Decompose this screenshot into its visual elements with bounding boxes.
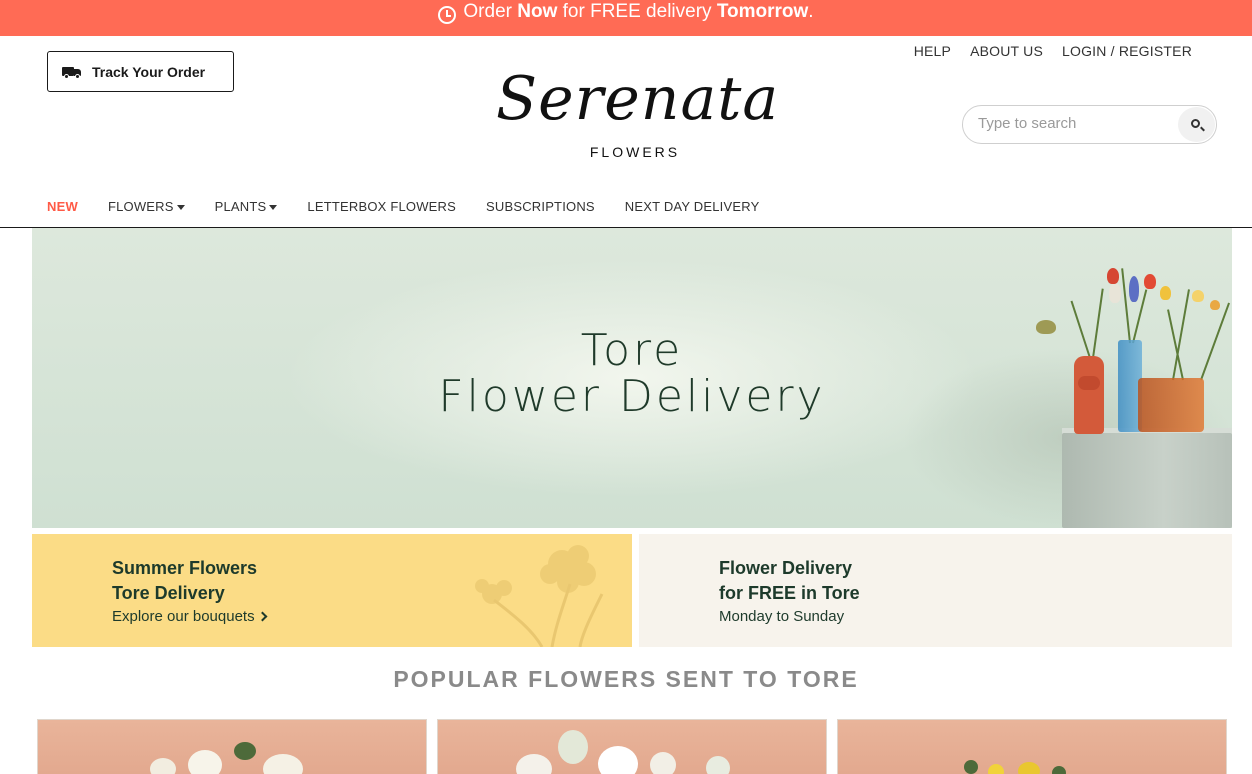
nav-item-plants[interactable]: PLANTS: [215, 199, 278, 214]
summer-flowers-tile[interactable]: Summer Flowers Tore Delivery Explore our…: [32, 534, 632, 647]
product-card[interactable]: [37, 719, 427, 774]
nav-item-next-day-delivery[interactable]: NEXT DAY DELIVERY: [625, 199, 760, 214]
about-us-link[interactable]: ABOUT US: [970, 43, 1043, 59]
promo-banner: Order Now for FREE delivery Tomorrow.: [0, 0, 1252, 36]
search-icon: [1191, 119, 1200, 128]
hero-banner[interactable]: Tore Flower Delivery: [32, 228, 1232, 528]
logo-script: Serenata: [496, 64, 780, 134]
search-input[interactable]: [978, 115, 1168, 132]
tile-subtitle: Monday to Sunday: [719, 608, 845, 625]
chevron-down-icon: [269, 204, 278, 210]
chevron-down-icon: [176, 204, 185, 210]
track-order-button[interactable]: Track Your Order: [47, 51, 234, 92]
promo-text: Order Now for FREE delivery Tomorrow.: [463, 1, 814, 22]
product-card[interactable]: [837, 719, 1227, 774]
section-title: POPULAR FLOWERS SENT TO TORE: [393, 666, 859, 692]
top-links: HELP ABOUT US LOGIN / REGISTER: [914, 43, 1192, 59]
nav-item-flowers[interactable]: FLOWERS: [108, 199, 185, 214]
tile-title: Flower Delivery for FREE in Tore: [719, 558, 860, 603]
clock-icon: [438, 6, 457, 24]
track-order-label: Track Your Order: [92, 63, 206, 80]
search-box: [962, 105, 1217, 144]
main-nav: NEW FLOWERS PLANTS LETTERBOX FLOWERS SUB…: [0, 186, 1252, 228]
flower-silhouette-image: [475, 545, 604, 647]
logo[interactable]: Serenata FLOWERS: [496, 64, 778, 165]
truck-icon: [62, 66, 82, 79]
free-delivery-tile: Flower Delivery for FREE in Tore Monday …: [639, 534, 1232, 647]
nav-item-letterbox-flowers[interactable]: LETTERBOX FLOWERS: [307, 199, 456, 214]
help-link[interactable]: HELP: [914, 43, 951, 59]
explore-bouquets-link[interactable]: Explore our bouquets: [112, 608, 268, 625]
chevron-right-icon: [257, 611, 268, 622]
nav-item-new[interactable]: NEW: [47, 199, 78, 214]
product-card[interactable]: [437, 719, 827, 774]
hero-title: Tore Flower Delivery: [438, 325, 826, 422]
nav-item-subscriptions[interactable]: SUBSCRIPTIONS: [486, 199, 595, 214]
tile-title: Summer Flowers Tore Delivery: [112, 558, 258, 603]
logo-subtitle: FLOWERS: [589, 144, 681, 160]
search-button[interactable]: [1178, 107, 1215, 142]
login-register-link[interactable]: LOGIN / REGISTER: [1062, 43, 1192, 59]
